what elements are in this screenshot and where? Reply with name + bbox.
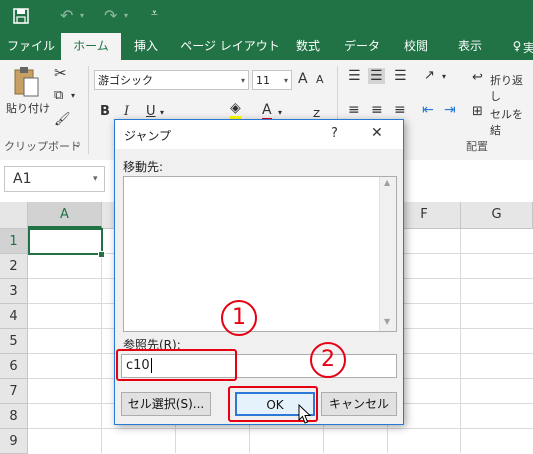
ribbon-tabs: ファイル ホーム 挿入 ページ レイアウト 数式 データ 校閲 表示 ♀ [0, 33, 533, 60]
tab-data[interactable]: データ [338, 33, 386, 60]
fill-color-icon[interactable]: ◈ [230, 100, 241, 120]
tab-file[interactable]: ファイル [4, 33, 58, 60]
tab-home[interactable]: ホーム [61, 33, 121, 60]
special-button[interactable]: セル選択(S)... [121, 392, 211, 416]
grid-line [460, 229, 461, 453]
align-right-icon[interactable]: ≡ [394, 102, 406, 118]
row-header[interactable]: 6 [0, 354, 28, 379]
tab-formulas[interactable]: 数式 [286, 33, 330, 60]
goto-list[interactable]: ▲ ▼ [123, 176, 397, 332]
scroll-up-icon[interactable]: ▲ [384, 178, 390, 187]
list-scrollbar[interactable]: ▲ ▼ [379, 177, 396, 331]
name-box-value: A1 [13, 171, 32, 187]
copy-dropdown-icon[interactable]: ▾ [71, 91, 75, 100]
redo-icon[interactable]: ↷ [104, 6, 117, 25]
undo-icon[interactable]: ↶ [60, 6, 73, 25]
dialog-title: ジャンプ [124, 129, 172, 143]
annotation-step-2: 2 [310, 342, 346, 378]
paste-icon[interactable] [12, 66, 40, 98]
grid-line [101, 229, 102, 453]
shrink-font-icon[interactable]: A [316, 73, 324, 86]
tab-page-layout[interactable]: ページ レイアウト [180, 33, 280, 60]
fill-handle[interactable] [98, 251, 105, 258]
underline-button[interactable]: U [146, 104, 156, 119]
font-color-dropdown-icon[interactable]: ▾ [278, 108, 282, 117]
row-header[interactable]: 8 [0, 404, 28, 429]
merge-cells-icon[interactable]: ⊞ [472, 104, 483, 119]
cut-icon[interactable]: ✂ [54, 64, 67, 82]
save-icon[interactable] [12, 7, 30, 25]
font-size-combo[interactable]: 11 ▾ [252, 70, 292, 90]
row-header[interactable]: 4 [0, 304, 28, 329]
bold-button[interactable]: B [100, 104, 110, 119]
italic-button[interactable]: I [124, 104, 129, 119]
select-all-corner[interactable] [0, 202, 28, 228]
wrap-text-icon[interactable]: ↩ [472, 70, 483, 85]
tab-insert[interactable]: 挿入 [124, 33, 168, 60]
font-size-value: 11 [256, 74, 270, 87]
tab-view[interactable]: 表示 [450, 33, 490, 60]
selected-cell[interactable] [28, 228, 103, 255]
format-painter-icon[interactable]: 🖌 [54, 112, 71, 127]
align-center-icon[interactable]: ≡ [371, 102, 383, 118]
cancel-button[interactable]: キャンセル [321, 392, 397, 416]
customize-toolbar-icon[interactable]: ⩡ [151, 6, 158, 21]
grid-line [28, 428, 533, 429]
scroll-down-icon[interactable]: ▼ [384, 317, 390, 326]
mouse-cursor-icon [298, 403, 312, 426]
name-box[interactable]: A1 ▾ [4, 166, 105, 192]
chevron-down-icon: ▾ [240, 76, 245, 85]
help-button[interactable]: ? [331, 126, 338, 141]
row-header[interactable]: 9 [0, 429, 28, 454]
row-header[interactable]: 1 [0, 229, 28, 254]
clipboard-launcher-icon[interactable]: ⌟ [76, 138, 80, 148]
tab-review[interactable]: 校閲 [396, 33, 436, 60]
ribbon-separator [88, 66, 89, 154]
underline-dropdown-icon[interactable]: ▾ [160, 108, 164, 117]
row-header[interactable]: 2 [0, 254, 28, 279]
align-top-icon[interactable]: ☰ [348, 68, 361, 84]
orientation-icon[interactable]: ↗ [424, 68, 435, 83]
font-name-combo[interactable]: 游ゴシック ▾ [94, 70, 249, 90]
copy-icon[interactable]: ⧉ [54, 88, 63, 103]
title-bar: ↶ ▾ ↷ ▾ ⩡ [0, 0, 533, 33]
dialog-title-bar[interactable]: ジャンプ ? ✕ [115, 120, 403, 149]
paste-label[interactable]: 貼り付け [6, 100, 50, 116]
undo-dropdown-icon[interactable]: ▾ [80, 11, 84, 20]
increase-indent-icon[interactable]: ⇥ [444, 102, 456, 118]
annotation-box-reference [116, 349, 237, 381]
close-icon[interactable]: ✕ [371, 125, 383, 141]
chevron-down-icon[interactable]: ▾ [93, 167, 98, 191]
row-header[interactable]: 7 [0, 379, 28, 404]
column-header[interactable]: G [461, 202, 533, 228]
grow-font-icon[interactable]: A [298, 71, 308, 87]
redo-dropdown-icon[interactable]: ▾ [124, 11, 128, 20]
merge-cells-label[interactable]: セルを結 [490, 106, 533, 138]
annotation-step-1: 1 [221, 300, 257, 336]
orientation-dropdown-icon[interactable]: ▾ [442, 72, 446, 81]
align-middle-icon[interactable]: ☰ [368, 68, 385, 84]
align-left-icon[interactable]: ≡ [348, 102, 360, 118]
goto-label: 移動先: [123, 160, 164, 174]
tell-me-label[interactable]: 実 [523, 39, 533, 56]
align-bottom-icon[interactable]: ☰ [394, 68, 407, 84]
row-header[interactable]: 5 [0, 329, 28, 354]
clipboard-group-label: クリップボード [4, 140, 81, 153]
decrease-indent-icon[interactable]: ⇤ [422, 102, 434, 118]
wrap-text-label[interactable]: 折り返し [490, 72, 533, 104]
column-header[interactable]: A [28, 202, 102, 228]
font-name-value: 游ゴシック [98, 74, 153, 87]
row-header[interactable]: 3 [0, 279, 28, 304]
alignment-group-label: 配置 [466, 140, 488, 153]
chevron-down-icon: ▾ [283, 76, 288, 85]
